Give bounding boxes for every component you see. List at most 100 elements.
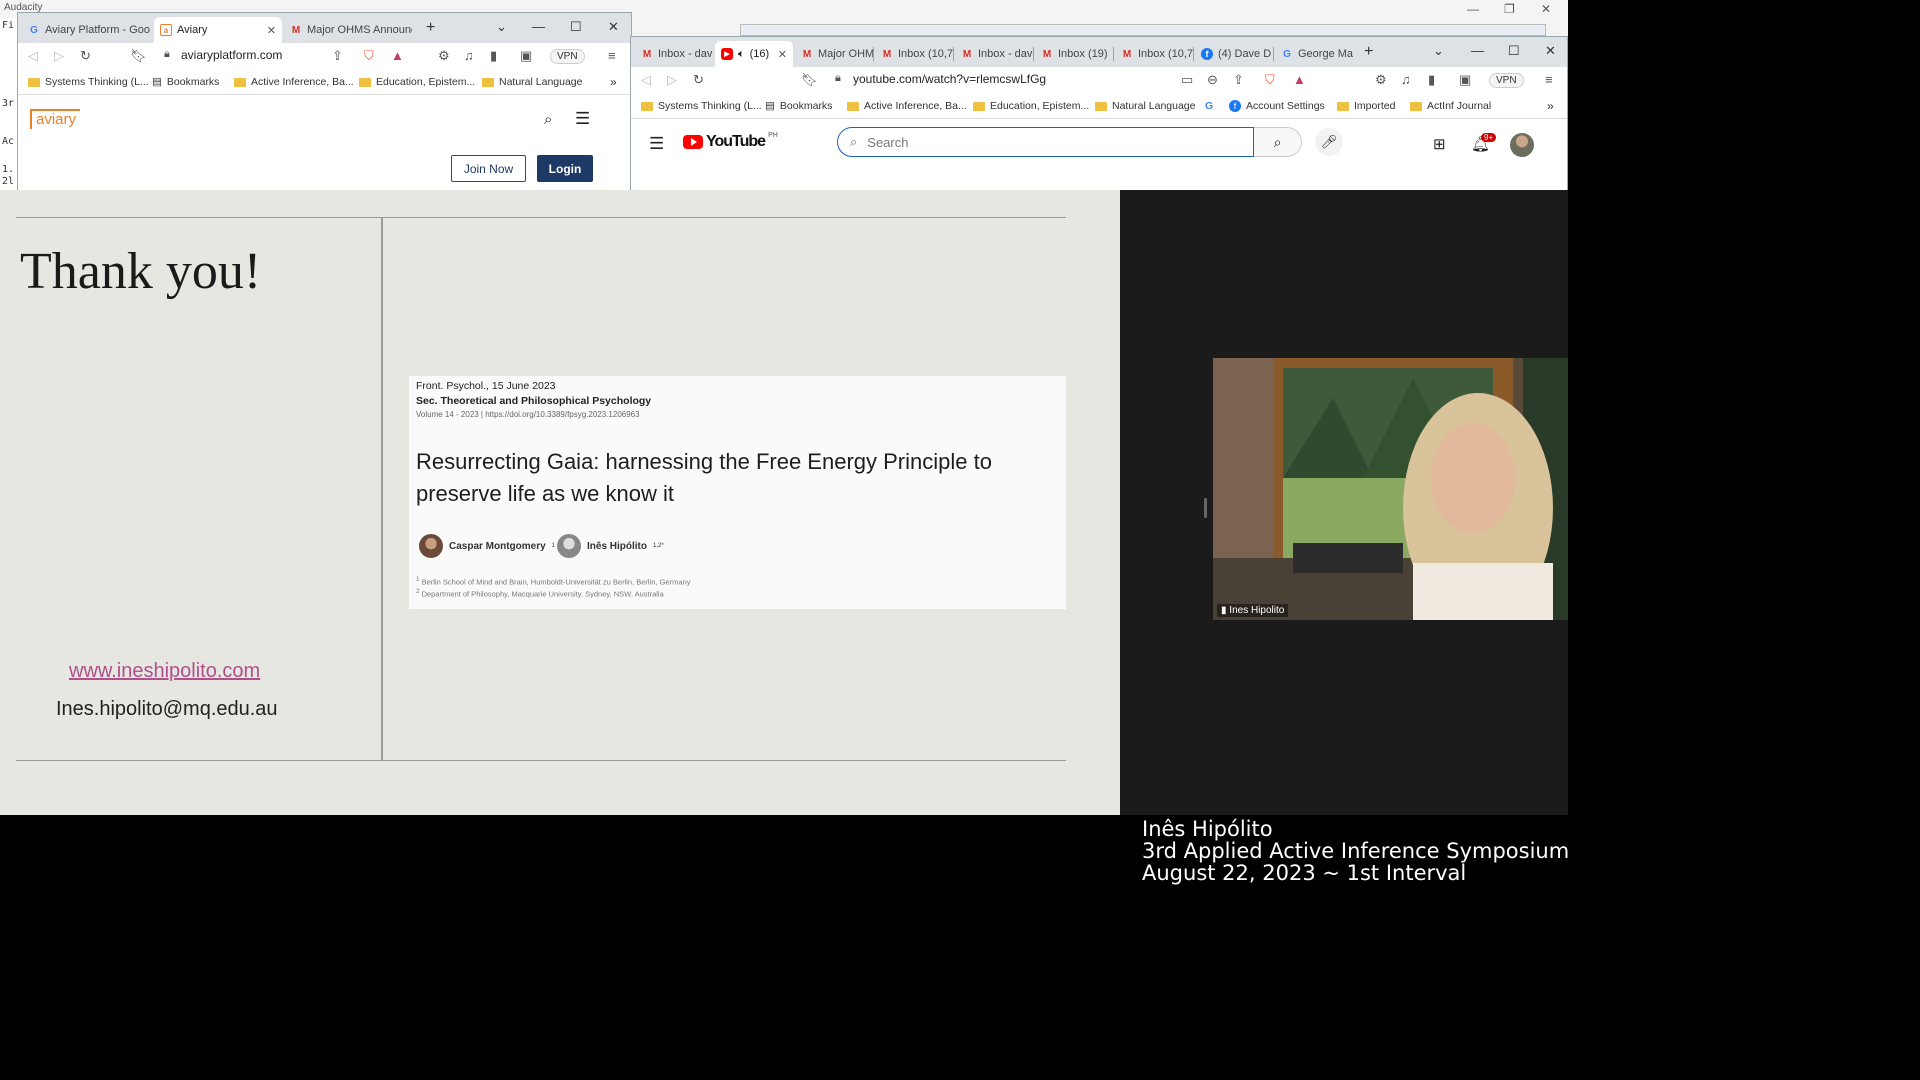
share-icon[interactable]: ⇪ xyxy=(1233,72,1244,88)
google-icon: G xyxy=(1205,100,1214,112)
bookmark-folder[interactable]: Systems Thinking (L... xyxy=(641,100,762,112)
vpn-button[interactable]: VPN xyxy=(550,49,585,64)
avatar[interactable] xyxy=(1510,133,1534,157)
close-window-button[interactable]: ✕ xyxy=(1545,43,1556,59)
forward-arrow-icon[interactable]: ▷ xyxy=(667,72,677,88)
media-icon[interactable]: ♫ xyxy=(1401,72,1411,87)
brave-rewards-icon[interactable]: ▲ xyxy=(1293,72,1306,87)
address-bar[interactable]: aviaryplatform.com xyxy=(181,48,282,62)
bookmark-folder[interactable]: Imported xyxy=(1337,100,1395,112)
bookmark-folder[interactable]: Natural Language xyxy=(1095,100,1195,112)
maximize-button[interactable]: ☐ xyxy=(1508,43,1520,59)
brave-rewards-icon[interactable]: ▲ xyxy=(391,48,404,63)
wallet-icon[interactable]: ▣ xyxy=(520,48,532,64)
media-icon[interactable]: ♫ xyxy=(464,48,474,63)
tab-aviary-platform-google[interactable]: G Aviary Platform - Goog xyxy=(22,17,150,43)
login-button[interactable]: Login xyxy=(537,155,593,182)
youtube-search-input[interactable]: ⌕ Search xyxy=(837,127,1254,157)
youtube-logo[interactable]: YouTube PH xyxy=(683,132,778,151)
tab-inbox[interactable]: M Inbox - dav xyxy=(635,41,713,67)
minimize-button[interactable]: — xyxy=(532,19,545,34)
close-window-button[interactable]: ✕ xyxy=(608,19,619,35)
divider xyxy=(16,760,1066,761)
create-video-icon[interactable]: ⊞ xyxy=(1433,135,1446,153)
bookmark-folder[interactable]: Education, Epistem... xyxy=(973,100,1089,112)
tab-aviary[interactable]: a Aviary ✕ xyxy=(154,17,282,43)
section-line: Sec. Theoretical and Philosophical Psych… xyxy=(416,395,652,407)
bookmark-icon[interactable]: 🔖︎ xyxy=(801,72,818,88)
bookmark-folder[interactable]: Natural Language xyxy=(482,76,582,88)
bookmark-folder[interactable]: Systems Thinking (L... xyxy=(28,76,149,88)
bookmark-folder[interactable]: Active Inference, Ba... xyxy=(234,76,354,88)
share-icon[interactable]: ⇪ xyxy=(332,48,343,64)
tab-facebook[interactable]: f (4) Dave D xyxy=(1195,41,1273,67)
tab-separator xyxy=(1113,47,1114,61)
reload-icon[interactable]: ↻ xyxy=(80,48,91,64)
new-tab-button[interactable]: + xyxy=(1364,43,1373,61)
desktop-minimize-button[interactable]: — xyxy=(1467,2,1479,16)
menu-icon[interactable]: ≡ xyxy=(608,48,616,63)
tab-close-icon[interactable]: ✕ xyxy=(778,48,787,61)
tab-inbox[interactable]: M Inbox (10,7 xyxy=(1115,41,1193,67)
aviary-logo[interactable]: aviary xyxy=(30,109,81,129)
wallet-icon[interactable]: ▣ xyxy=(1459,72,1471,88)
sidebar-icon[interactable]: ▮ xyxy=(1428,72,1435,88)
google-bookmark[interactable]: G xyxy=(1205,100,1213,112)
vpn-button[interactable]: VPN xyxy=(1489,73,1524,88)
reload-icon[interactable]: ↻ xyxy=(693,72,704,88)
divider xyxy=(381,218,383,760)
tab-search-chevron-icon[interactable]: ⌄ xyxy=(1433,43,1444,59)
participant-video[interactable]: ▮ Ines Hipolito xyxy=(1213,358,1568,620)
tab-close-icon[interactable]: ✕ xyxy=(267,24,276,37)
signal-bars-icon: ▮ xyxy=(1221,605,1227,616)
bookmark-account-settings[interactable]: f Account Settings xyxy=(1229,100,1325,112)
back-arrow-icon[interactable]: ◁ xyxy=(28,48,38,64)
menu-icon[interactable]: ≡ xyxy=(1545,72,1553,87)
tab-inbox[interactable]: M Inbox (19) xyxy=(1035,41,1113,67)
bookmark-folder[interactable]: ActInf Journal xyxy=(1410,100,1491,112)
event-name: 3rd Applied Active Inference Symposium xyxy=(1142,839,1570,863)
folder-icon xyxy=(359,77,371,87)
sidebar-icon[interactable]: ▮ xyxy=(490,48,497,64)
bookmark-folder[interactable]: ▤ Bookmarks xyxy=(765,100,832,112)
extensions-icon[interactable]: ⚙︎ xyxy=(438,48,450,64)
bookmark-folder[interactable]: ▤ Bookmarks xyxy=(152,76,219,88)
tab-google[interactable]: G George Ma xyxy=(1275,41,1353,67)
bookmarks-overflow-icon[interactable]: » xyxy=(610,75,617,89)
youtube-search-button[interactable]: ⌕ xyxy=(1254,127,1302,157)
tab-label: Aviary Platform - Goog xyxy=(45,24,150,36)
tab-major-ohms[interactable]: M Major OHMS Announc xyxy=(284,17,412,43)
hamburger-menu-icon[interactable]: ☰ xyxy=(649,134,664,154)
maximize-button[interactable]: ☐ xyxy=(570,19,582,35)
cast-icon[interactable]: ▭ xyxy=(1181,72,1193,88)
tab-major-ohms[interactable]: M Major OHM xyxy=(795,41,873,67)
bookmark-folder[interactable]: Active Inference, Ba... xyxy=(847,100,967,112)
minimize-button[interactable]: — xyxy=(1471,43,1484,58)
search-icon: ⌕ xyxy=(1273,133,1282,150)
resize-handle[interactable] xyxy=(1204,498,1207,518)
tab-inbox[interactable]: M Inbox (10,7 xyxy=(875,41,953,67)
extensions-icon[interactable]: ⚙︎ xyxy=(1375,72,1387,88)
join-now-button[interactable]: Join Now xyxy=(451,155,526,182)
tab-youtube[interactable]: ▶ 🔈︎ (16) ✕ xyxy=(715,41,793,67)
search-icon[interactable]: ⌕ xyxy=(544,111,552,128)
address-bar[interactable]: youtube.com/watch?v=rlemcswLfGg xyxy=(853,72,1046,86)
voice-search-mic-icon[interactable]: 🎤︎ xyxy=(1315,128,1343,156)
website-link: www.ineshipolito.com xyxy=(69,660,261,682)
tab-inbox[interactable]: M Inbox - dav xyxy=(955,41,1033,67)
brave-shield-icon[interactable]: ⛉ xyxy=(1265,72,1275,88)
speaker-icon[interactable]: 🔈︎ xyxy=(738,48,745,61)
forward-arrow-icon[interactable]: ▷ xyxy=(54,48,64,64)
zoom-icon[interactable]: ⊖ xyxy=(1207,72,1218,88)
search-placeholder: Search xyxy=(867,134,909,150)
back-arrow-icon[interactable]: ◁ xyxy=(641,72,651,88)
tab-search-chevron-icon[interactable]: ⌄ xyxy=(496,19,507,35)
bookmark-icon[interactable]: 🔖︎ xyxy=(130,48,147,64)
bookmark-folder[interactable]: Education, Epistem... xyxy=(359,76,475,88)
bookmarks-overflow-icon[interactable]: » xyxy=(1547,99,1554,113)
brave-shield-icon[interactable]: ⛉ xyxy=(364,48,374,64)
desktop-close-button[interactable]: ✕ xyxy=(1541,2,1551,16)
new-tab-button[interactable]: + xyxy=(426,19,435,37)
hamburger-menu-icon[interactable]: ☰ xyxy=(575,109,590,129)
desktop-restore-button[interactable]: ❐ xyxy=(1504,2,1515,16)
